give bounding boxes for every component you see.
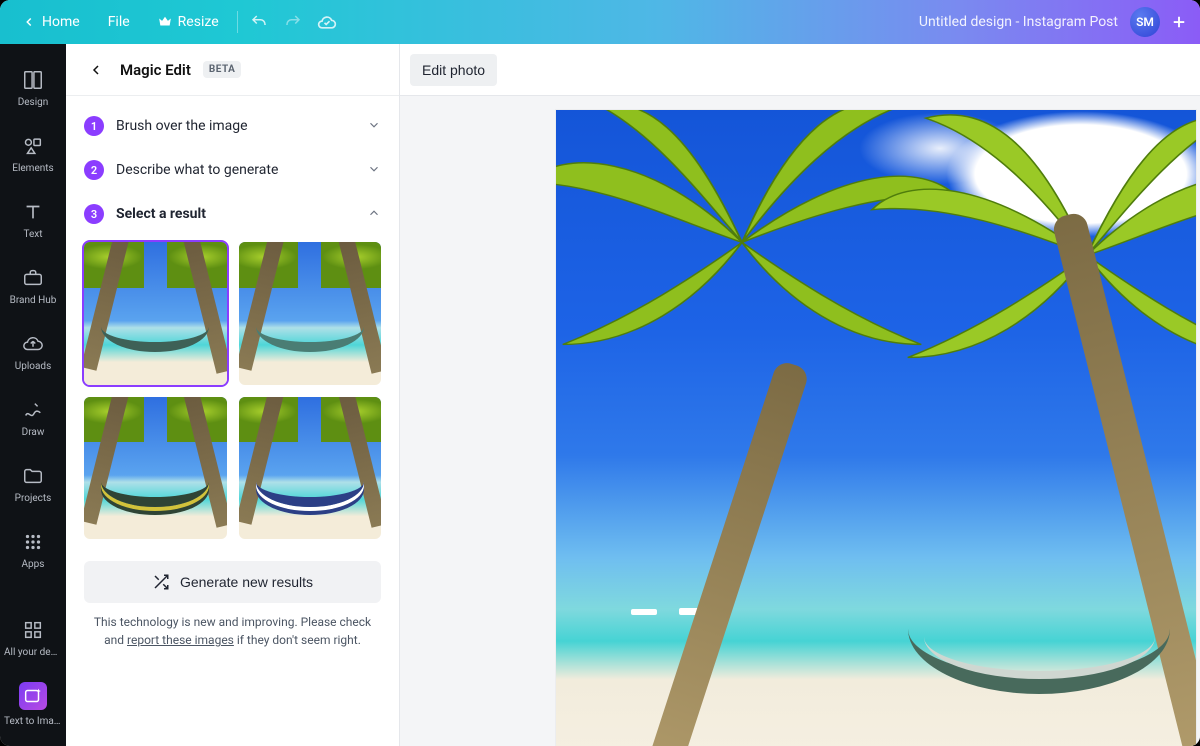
step-label: Describe what to generate xyxy=(116,162,355,178)
design-title[interactable]: Untitled design - Instagram Post xyxy=(919,14,1130,30)
file-menu[interactable]: File xyxy=(94,0,144,44)
file-label: File xyxy=(108,14,130,30)
nav-text[interactable]: Text xyxy=(0,188,66,252)
nav-label: Text to Image xyxy=(2,716,64,727)
nav-label: Draw xyxy=(2,427,64,438)
result-1[interactable] xyxy=(84,242,227,385)
stage[interactable] xyxy=(400,96,1200,746)
nav-apps[interactable]: Apps xyxy=(0,518,66,582)
chevron-up-icon xyxy=(367,205,381,224)
undo-button[interactable] xyxy=(242,5,276,39)
cloud-sync-button[interactable] xyxy=(310,5,344,39)
canvas-toolbar: Edit photo xyxy=(400,44,1200,96)
generate-new-results-button[interactable]: Generate new results xyxy=(84,561,381,603)
results-grid xyxy=(66,236,399,539)
avatar-initials: SM xyxy=(1136,15,1154,29)
nav-label: Brand Hub xyxy=(2,295,64,306)
report-images-link[interactable]: report these images xyxy=(127,633,234,647)
pencil-squiggle-icon xyxy=(22,399,44,421)
nav-elements[interactable]: Elements xyxy=(0,122,66,186)
avatar[interactable]: SM xyxy=(1130,7,1160,37)
nav-label: Text xyxy=(2,229,64,240)
nav-brand-hub[interactable]: Brand Hub xyxy=(0,254,66,318)
step-number: 2 xyxy=(84,160,104,180)
nav-draw[interactable]: Draw xyxy=(0,386,66,450)
generate-label: Generate new results xyxy=(180,574,313,590)
panel-header: Magic Edit BETA xyxy=(66,44,399,96)
plus-icon xyxy=(1170,13,1188,31)
sparkle-image-icon xyxy=(22,685,44,707)
nav-all-your-designs[interactable]: All your desi... xyxy=(0,606,66,670)
palm-fronds-right xyxy=(863,110,1196,449)
top-bar: Home File Resize Untitled design - Insta… xyxy=(0,0,1200,44)
boats-decoration xyxy=(607,612,1004,614)
nav-label: All your desi... xyxy=(2,647,64,658)
home-label: Home xyxy=(42,14,80,30)
chevron-down-icon xyxy=(367,117,381,136)
chevron-down-icon xyxy=(367,161,381,180)
grid-icon xyxy=(22,619,44,641)
chevron-left-icon xyxy=(22,15,36,29)
home-button[interactable]: Home xyxy=(8,0,94,44)
step-number: 1 xyxy=(84,116,104,136)
shapes-icon xyxy=(22,135,44,157)
nav-projects[interactable]: Projects xyxy=(0,452,66,516)
disclaimer: This technology is new and improving. Pl… xyxy=(66,613,399,665)
add-collaborator-button[interactable] xyxy=(1166,9,1192,35)
crown-icon xyxy=(158,15,172,29)
steps: 1 Brush over the image 2 Describe what t… xyxy=(66,96,399,236)
nav-text-to-image[interactable]: Text to Image xyxy=(0,672,66,736)
resize-label: Resize xyxy=(178,14,219,30)
step-brush[interactable]: 1 Brush over the image xyxy=(84,104,381,148)
cloud-check-icon xyxy=(317,12,337,32)
side-nav: Design Elements Text Brand Hub Uploads D… xyxy=(0,44,66,746)
nav-label: Projects xyxy=(2,493,64,504)
redo-icon xyxy=(284,13,302,31)
step-label: Brush over the image xyxy=(116,118,355,134)
folder-icon xyxy=(22,465,44,487)
edit-photo-button[interactable]: Edit photo xyxy=(410,54,497,86)
magic-edit-panel: Magic Edit BETA 1 Brush over the image 2… xyxy=(66,44,400,746)
disclaimer-text-b: if they don't seem right. xyxy=(234,633,361,647)
layout-icon xyxy=(22,69,44,91)
nav-uploads[interactable]: Uploads xyxy=(0,320,66,384)
nav-design[interactable]: Design xyxy=(0,56,66,120)
chevron-left-icon xyxy=(88,62,104,78)
nav-label: Uploads xyxy=(2,361,64,372)
nav-label: Apps xyxy=(2,559,64,570)
step-describe[interactable]: 2 Describe what to generate xyxy=(84,148,381,192)
step-select-result[interactable]: 3 Select a result xyxy=(84,192,381,236)
panel-title: Magic Edit xyxy=(120,61,191,79)
result-3[interactable] xyxy=(84,397,227,540)
step-number: 3 xyxy=(84,204,104,224)
shuffle-icon xyxy=(152,573,170,591)
step-label: Select a result xyxy=(116,206,355,222)
result-4[interactable] xyxy=(239,397,382,540)
edit-photo-label: Edit photo xyxy=(422,62,485,78)
back-button[interactable] xyxy=(84,58,108,82)
redo-button[interactable] xyxy=(276,5,310,39)
design-canvas[interactable] xyxy=(556,110,1196,746)
beta-badge: BETA xyxy=(203,61,242,78)
resize-menu[interactable]: Resize xyxy=(144,0,233,44)
apps-grid-icon xyxy=(22,531,44,553)
result-2[interactable] xyxy=(239,242,382,385)
cloud-upload-icon xyxy=(22,333,44,355)
canvas-area: Edit photo xyxy=(400,44,1200,746)
text-icon xyxy=(22,201,44,223)
nav-label: Design xyxy=(2,97,64,108)
hammock xyxy=(908,622,1170,699)
undo-icon xyxy=(250,13,268,31)
divider xyxy=(237,11,238,33)
briefcase-icon xyxy=(22,267,44,289)
nav-label: Elements xyxy=(2,163,64,174)
